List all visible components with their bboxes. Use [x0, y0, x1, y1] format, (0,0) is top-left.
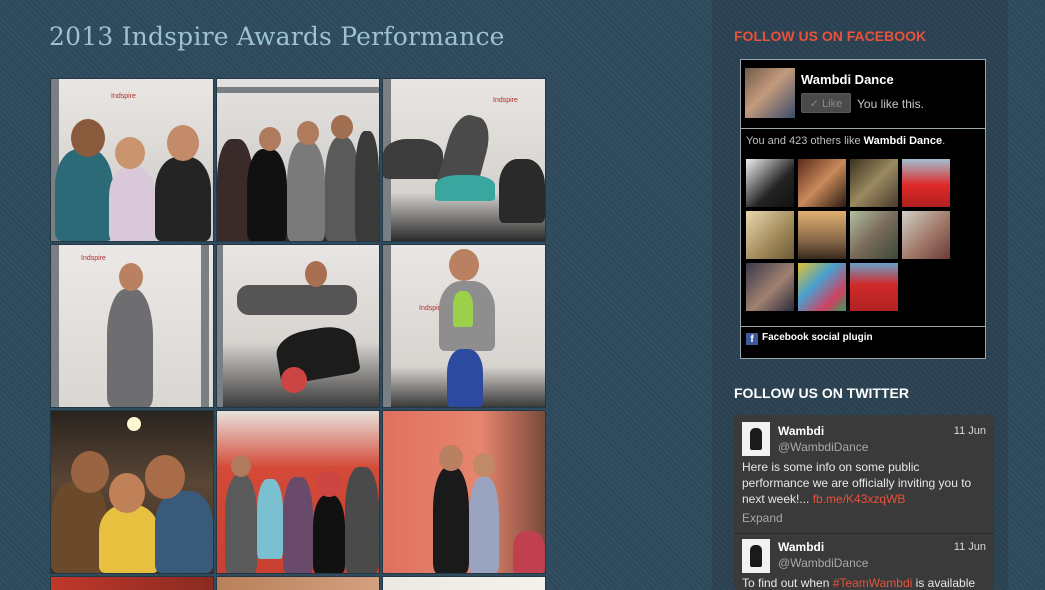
- twitter-avatar[interactable]: [742, 422, 770, 456]
- fan-avatar[interactable]: [798, 211, 846, 259]
- gallery-thumbnail[interactable]: Indspire: [51, 79, 213, 241]
- facebook-widget-title: FOLLOW US ON FACEBOOK: [734, 28, 927, 44]
- tweet-text: Here is some info on some public perform…: [742, 459, 982, 507]
- gallery-thumbnail[interactable]: Indspire: [383, 245, 545, 407]
- fan-avatar[interactable]: [746, 263, 794, 311]
- indspire-logo: Indspire: [81, 255, 106, 262]
- divider: [741, 326, 985, 327]
- tweet-expand-link[interactable]: Expand: [742, 511, 783, 525]
- tweet[interactable]: Wambdi @WambdiDance 11 Jun To find out w…: [734, 535, 994, 590]
- gallery-thumbnail[interactable]: [217, 411, 379, 573]
- facebook-icon: f: [746, 333, 758, 345]
- tweet-hashtag[interactable]: #TeamWambdi: [833, 576, 913, 590]
- gallery-thumbnail[interactable]: [51, 577, 213, 590]
- tweet-body: To find out when: [742, 576, 833, 590]
- fan-avatar[interactable]: [850, 263, 898, 311]
- tweet-date[interactable]: 11 Jun: [954, 425, 986, 437]
- facebook-like-count-suffix: .: [942, 135, 946, 147]
- gallery-thumbnail[interactable]: Indspire: [51, 245, 213, 407]
- gallery-thumbnail[interactable]: [217, 245, 379, 407]
- tweet-date[interactable]: 11 Jun: [954, 541, 986, 553]
- facebook-like-count: You and 423 others like Wambdi Dance.: [746, 135, 945, 147]
- facebook-like-status: You like this.: [857, 97, 924, 111]
- tweet[interactable]: Wambdi @WambdiDance 11 Jun Here is some …: [734, 415, 994, 535]
- sidebar: FOLLOW US ON FACEBOOK Wambdi Dance ✓ Lik…: [712, 0, 1008, 590]
- tweet-author-name[interactable]: Wambdi: [778, 540, 824, 554]
- gallery-thumbnail[interactable]: [217, 79, 379, 241]
- facebook-like-count-text: You and 423 others like: [746, 135, 864, 147]
- gallery-thumbnail[interactable]: [217, 577, 379, 590]
- fan-avatar[interactable]: [850, 211, 898, 259]
- tweet-link[interactable]: fb.me/K43xzqWB: [813, 492, 906, 506]
- fan-avatar[interactable]: [902, 159, 950, 207]
- indspire-logo: Indspire: [493, 97, 518, 104]
- gallery-thumbnail[interactable]: [51, 411, 213, 573]
- facebook-like-button[interactable]: ✓ Like: [801, 93, 851, 113]
- indspire-logo: Indspire: [111, 93, 136, 100]
- main-content: 2013 Indspire Awards Performance Indspir…: [0, 0, 712, 590]
- fan-avatar[interactable]: [902, 211, 950, 259]
- facebook-plugin-text: Facebook social plugin: [762, 332, 873, 343]
- fan-avatar[interactable]: [798, 159, 846, 207]
- tweet-author-handle[interactable]: @WambdiDance: [778, 556, 868, 570]
- facebook-page-name[interactable]: Wambdi Dance: [801, 72, 894, 87]
- facebook-page-avatar[interactable]: [745, 68, 795, 118]
- tweet-text: To find out when #TeamWambdi is availabl…: [742, 575, 982, 590]
- divider: [734, 533, 994, 534]
- fan-avatar[interactable]: [746, 211, 794, 259]
- divider: [741, 128, 985, 129]
- fan-avatar[interactable]: [850, 159, 898, 207]
- twitter-timeline: Wambdi @WambdiDance 11 Jun Here is some …: [734, 415, 994, 590]
- twitter-avatar[interactable]: [742, 539, 770, 573]
- gallery-thumbnail[interactable]: [383, 411, 545, 573]
- gallery-thumbnail[interactable]: Indspire: [383, 79, 545, 241]
- tweet-author-handle[interactable]: @WambdiDance: [778, 440, 868, 454]
- facebook-like-box: Wambdi Dance ✓ Like You like this. You a…: [740, 59, 986, 359]
- tweet-body-end: is available: [912, 576, 976, 590]
- facebook-social-plugin-label[interactable]: f Facebook social plugin: [746, 332, 873, 345]
- page-title: 2013 Indspire Awards Performance: [49, 22, 505, 51]
- tweet-author-name[interactable]: Wambdi: [778, 424, 824, 438]
- twitter-widget-title: FOLLOW US ON TWITTER: [734, 385, 909, 401]
- gallery-thumbnail[interactable]: [383, 577, 545, 590]
- facebook-like-count-page[interactable]: Wambdi Dance: [864, 135, 942, 147]
- fan-avatar[interactable]: [798, 263, 846, 311]
- fan-avatar[interactable]: [746, 159, 794, 207]
